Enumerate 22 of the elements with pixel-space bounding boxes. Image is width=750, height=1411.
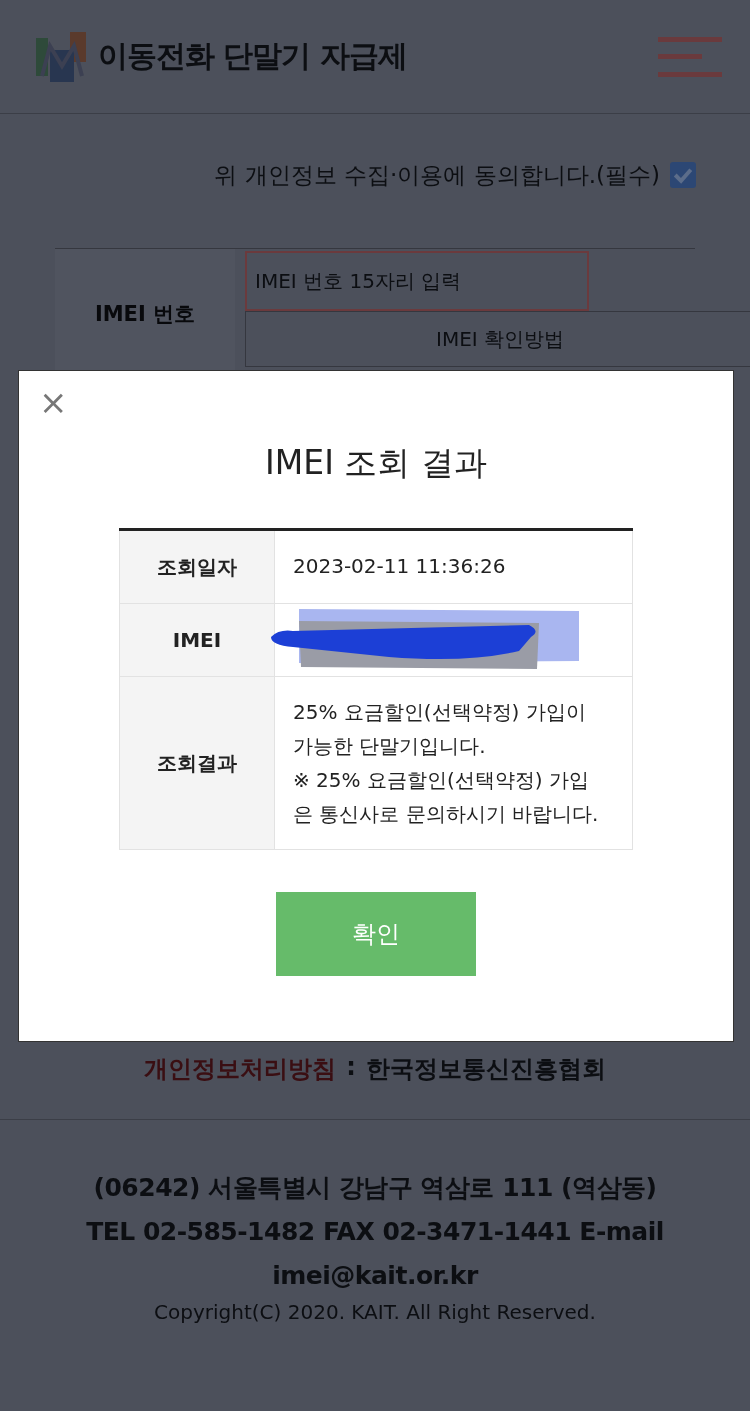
organization-name: 한국정보통신진흥협회	[365, 1054, 606, 1085]
consent-checkbox[interactable]	[670, 162, 696, 188]
row-label-cell: IMEI	[120, 604, 275, 676]
copyright-text: Copyright(C) 2020. KAIT. All Right Reserved.	[154, 1300, 596, 1324]
imei-input-field[interactable]: IMEI 번호 15자리 입력	[245, 251, 589, 311]
privacy-policy-link[interactable]: 개인정보처리방침	[144, 1053, 337, 1085]
address-line: (06242) 서울특별시 강남구 역삼로 111 (역삼동)	[93, 1172, 657, 1204]
menu-icon[interactable]	[658, 36, 722, 77]
consent-label: 위 개인정보 수집·이용에 동의합니다.(필수)	[214, 160, 660, 190]
confirm-button[interactable]: 확인	[276, 892, 476, 976]
close-button[interactable]: ×	[35, 385, 72, 419]
imei-help-button[interactable]: IMEI 확인방법	[245, 311, 750, 367]
logo-icon	[36, 31, 88, 82]
separator-text: :	[346, 1053, 356, 1083]
row-label-cell: 조회일자	[120, 531, 275, 603]
dialog-title: IMEI 조회 결과	[265, 442, 487, 484]
row-label-cell: 조회결과	[120, 677, 275, 849]
site-title: 이동전화 단말기 자급제	[98, 37, 407, 75]
row-value-cell-text: 2023-02-11 11:36:26	[292, 553, 507, 580]
row-value-cell-text: 25% 요금할인(선택약정) 가입이 가능한 단말기입니다. ※ 25% 요금할인(선택약정) 가입은 통신사로 문의하시기 바랍니다.	[292, 699, 600, 828]
address-line: TEL 02-585-1482 FAX 02-3471-1441 E-mail	[86, 1216, 664, 1248]
address-line: imei@kait.or.kr	[272, 1260, 478, 1292]
